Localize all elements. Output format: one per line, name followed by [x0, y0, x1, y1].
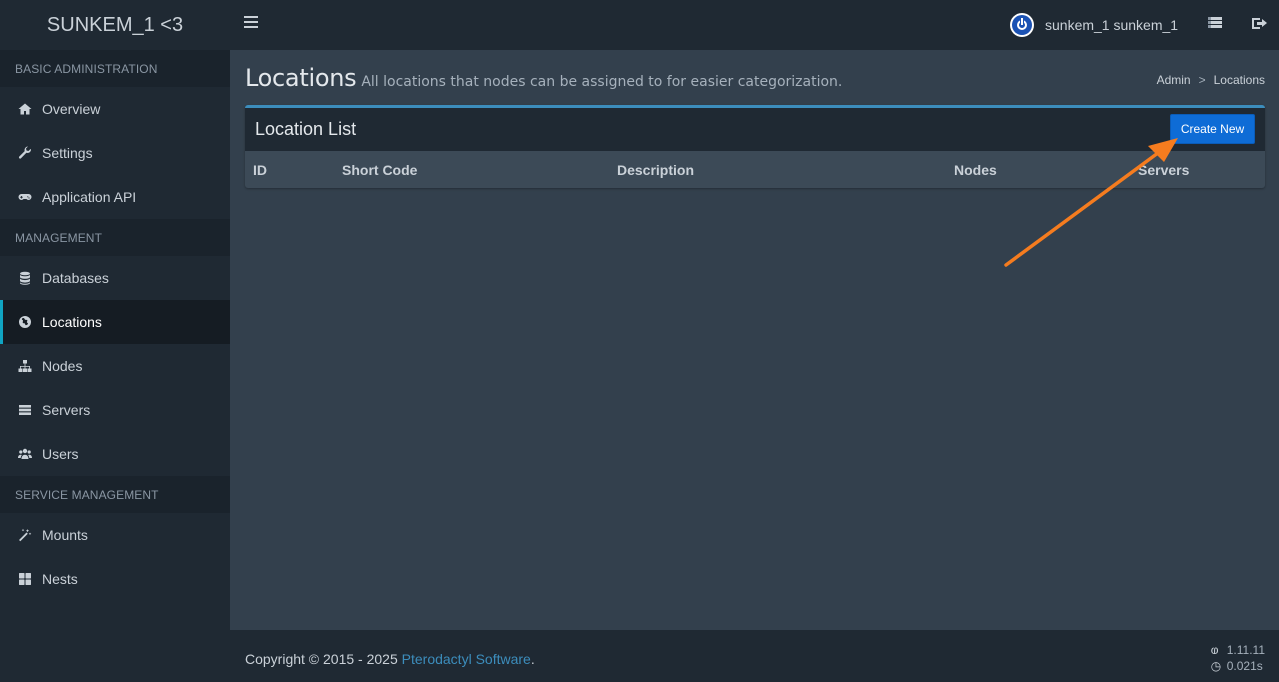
sidebar-section-header: MANAGEMENT — [0, 219, 230, 256]
magic-icon — [18, 528, 32, 542]
database-icon — [18, 271, 32, 285]
sidebar-item-label: Users — [42, 446, 79, 462]
create-new-button[interactable]: Create New — [1170, 114, 1255, 144]
column-header-short-code: Short Code — [342, 162, 418, 178]
sidebar-item-mounts[interactable]: Mounts — [0, 513, 230, 557]
version-info: ⱷ 1.11.11 ◷ 0.021s — [1211, 642, 1265, 674]
column-header-nodes: Nodes — [954, 162, 997, 178]
clock-icon: ◷ — [1210, 659, 1222, 673]
code-branch-icon: ⱷ — [1210, 643, 1219, 657]
sidebar-item-users[interactable]: Users — [0, 432, 230, 476]
top-nav: sunkem_1 sunkem_1 — [230, 0, 1279, 50]
box-title: Location List — [255, 119, 357, 139]
sidebar-item-label: Application API — [42, 189, 137, 205]
sidebar-item-application-api[interactable]: Application API — [0, 175, 230, 219]
column-header-description: Description — [617, 162, 695, 178]
servers-list-icon[interactable] — [1208, 17, 1222, 31]
box-header: Location List Create New — [245, 108, 1265, 151]
sidebar-item-nests[interactable]: Nests — [0, 557, 230, 601]
power-icon — [1012, 15, 1032, 35]
version-number: 1.11.11 — [1226, 643, 1265, 657]
copyright-suffix: . — [530, 651, 535, 667]
sidebar-item-locations[interactable]: Locations — [0, 300, 230, 344]
sidebar-item-label: Locations — [42, 314, 102, 330]
main-content: Locations All locations that nodes can b… — [230, 50, 1279, 630]
wrench-icon — [18, 146, 32, 160]
menu-toggle-icon[interactable] — [244, 16, 258, 32]
user-name: sunkem_1 sunkem_1 — [1045, 17, 1179, 33]
location-list-box: Location List Create New ID Short Code D… — [245, 105, 1265, 188]
breadcrumb-separator: > — [1198, 73, 1206, 87]
sidebar-item-databases[interactable]: Databases — [0, 256, 230, 300]
render-time: 0.021s — [1226, 659, 1263, 673]
copyright-prefix: Copyright © 2015 - 2025 — [245, 651, 402, 667]
top-navbar: SUNKEM_1 <3 sunkem_1 sunkem_1 — [0, 0, 1279, 50]
sitemap-icon — [18, 359, 32, 373]
sidebar-item-label: Settings — [42, 145, 93, 161]
breadcrumb: Admin > Locations — [1157, 73, 1265, 87]
sidebar-section-header: BASIC ADMINISTRATION — [0, 50, 230, 87]
sidebar-item-nodes[interactable]: Nodes — [0, 344, 230, 388]
breadcrumb-admin[interactable]: Admin — [1157, 73, 1191, 87]
globe-icon — [18, 315, 32, 329]
sidebar-item-label: Databases — [42, 270, 109, 286]
column-header-id: ID — [253, 162, 267, 178]
breadcrumb-current: Locations — [1213, 73, 1265, 87]
sidebar-section-header: SERVICE MANAGEMENT — [0, 476, 230, 513]
pterodactyl-link[interactable]: Pterodactyl Software — [402, 651, 531, 667]
th-large-icon — [18, 572, 32, 586]
logout-icon[interactable] — [1252, 17, 1267, 31]
sidebar-item-label: Mounts — [42, 527, 88, 543]
table-header-row: ID Short Code Description Nodes Servers — [245, 151, 1265, 188]
users-icon — [18, 447, 32, 461]
user-menu[interactable]: sunkem_1 sunkem_1 — [1010, 12, 1178, 38]
sidebar-item-servers[interactable]: Servers — [0, 388, 230, 432]
sidebar-item-settings[interactable]: Settings — [0, 131, 230, 175]
page-subtitle: All locations that nodes can be assigned… — [361, 74, 843, 90]
page-header: Locations All locations that nodes can b… — [245, 64, 842, 92]
sidebar: BASIC ADMINISTRATION Overview Settings A… — [0, 50, 230, 682]
footer: Copyright © 2015 - 2025 Pterodactyl Soft… — [230, 630, 1279, 682]
sidebar-item-overview[interactable]: Overview — [0, 87, 230, 131]
sidebar-item-label: Overview — [42, 101, 101, 117]
sidebar-item-label: Servers — [42, 402, 91, 418]
brand-logo[interactable]: SUNKEM_1 <3 — [0, 0, 230, 50]
column-header-servers: Servers — [1138, 162, 1190, 178]
sidebar-item-label: Nests — [42, 571, 78, 587]
avatar — [1010, 13, 1034, 37]
page-title: Locations — [245, 64, 357, 92]
server-icon — [18, 403, 32, 417]
home-icon — [18, 102, 32, 116]
copyright-text: Copyright © 2015 - 2025 Pterodactyl Soft… — [245, 651, 535, 667]
gamepad-icon — [18, 190, 32, 204]
sidebar-item-label: Nodes — [42, 358, 83, 374]
